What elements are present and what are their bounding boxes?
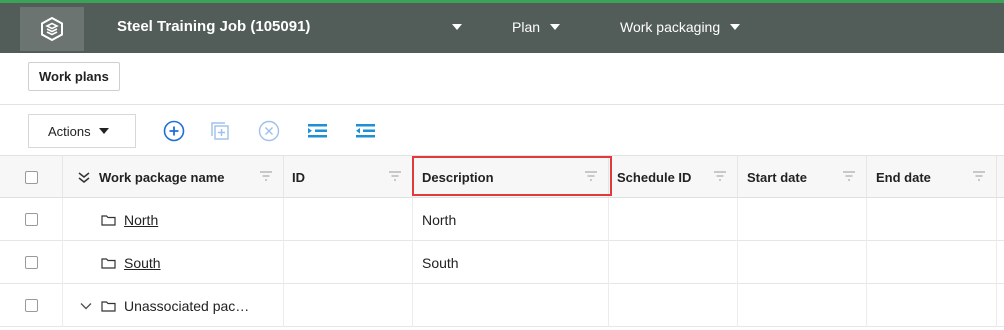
schedule-id-cell [609,198,738,241]
name-cell: Unassociated pac… [63,284,284,327]
column-header-schedule-id[interactable]: Schedule ID [609,156,738,198]
table-row[interactable]: North North [0,198,1004,241]
filter-icon[interactable] [713,170,727,182]
folder-icon [101,300,116,312]
filter-icon[interactable] [259,170,273,182]
work-packaging-menu[interactable]: Work packaging [620,19,741,35]
collapse-all-icon[interactable] [77,170,91,184]
filter-icon[interactable] [842,170,856,182]
app-header: Steel Training Job (105091) Plan Work pa… [0,0,1004,53]
work-packaging-menu-label: Work packaging [620,19,721,35]
chevron-down-icon [98,128,109,134]
column-header-id[interactable]: ID [284,156,413,198]
actions-button[interactable]: Actions [28,114,136,148]
filter-icon[interactable] [388,170,402,182]
plan-menu[interactable]: Plan [512,19,561,35]
schedule-id-cell [609,241,738,284]
work-package-grid: Work package name ID Description Schedul… [0,156,1004,327]
start-date-cell [738,241,867,284]
toolbar: Actions [0,106,1004,156]
column-header-label: End date [876,169,931,185]
row-select-cell [0,198,63,241]
work-package-link[interactable]: South [124,255,161,271]
chevron-down-icon [730,24,741,30]
column-header-end-date[interactable]: End date [867,156,997,198]
description-cell: North [413,198,609,241]
column-header-description[interactable]: Description [413,156,609,198]
work-package-name[interactable]: Unassociated pac… [124,298,249,314]
start-date-cell [738,284,867,327]
column-header-label: ID [292,169,305,185]
row-select-cell [0,241,63,284]
filter-icon[interactable] [584,170,598,182]
column-header-label: Description [422,169,494,185]
work-package-link[interactable]: North [124,212,158,228]
outdent-icon[interactable] [353,119,377,143]
id-cell [284,241,413,284]
filter-icon[interactable] [972,170,986,182]
chevron-down-icon[interactable] [80,302,92,310]
add-circle-icon[interactable] [162,119,186,143]
row-select-cell [0,284,63,327]
start-date-cell [738,198,867,241]
column-header-name[interactable]: Work package name [63,156,284,198]
select-all-checkbox[interactable] [24,170,38,184]
job-dropdown-icon[interactable] [452,24,462,30]
description-cell: South [413,241,609,284]
row-checkbox[interactable] [24,213,38,226]
table-row[interactable]: South South [0,241,1004,284]
id-cell [284,198,413,241]
tab-row: Work plans [0,53,1004,105]
indent-icon[interactable] [305,119,329,143]
column-header-label: Start date [747,169,807,185]
column-header-label: Schedule ID [617,169,692,185]
folder-icon [101,214,116,226]
select-all-cell [0,156,63,198]
end-date-cell [867,241,997,284]
job-title[interactable]: Steel Training Job (105091) [117,18,310,35]
name-cell: South [63,241,284,284]
add-copy-icon[interactable] [208,119,232,143]
row-checkbox[interactable] [24,299,38,312]
plan-menu-label: Plan [512,19,541,35]
folder-icon [101,257,116,269]
description-cell [413,284,609,327]
logo-icon [41,16,63,42]
schedule-id-cell [609,284,738,327]
grid-header: Work package name ID Description Schedul… [0,156,1004,198]
chevron-down-icon [550,24,561,30]
end-date-cell [867,284,997,327]
app-logo[interactable] [20,7,84,51]
row-checkbox[interactable] [24,256,38,269]
column-header-label: Work package name [99,169,225,185]
column-header-start-date[interactable]: Start date [738,156,867,198]
name-cell: North [63,198,284,241]
id-cell [284,284,413,327]
remove-circle-icon[interactable] [257,119,281,143]
work-plans-button[interactable]: Work plans [28,62,120,91]
actions-label: Actions [48,123,91,139]
end-date-cell [867,198,997,241]
table-row[interactable]: Unassociated pac… [0,284,1004,327]
